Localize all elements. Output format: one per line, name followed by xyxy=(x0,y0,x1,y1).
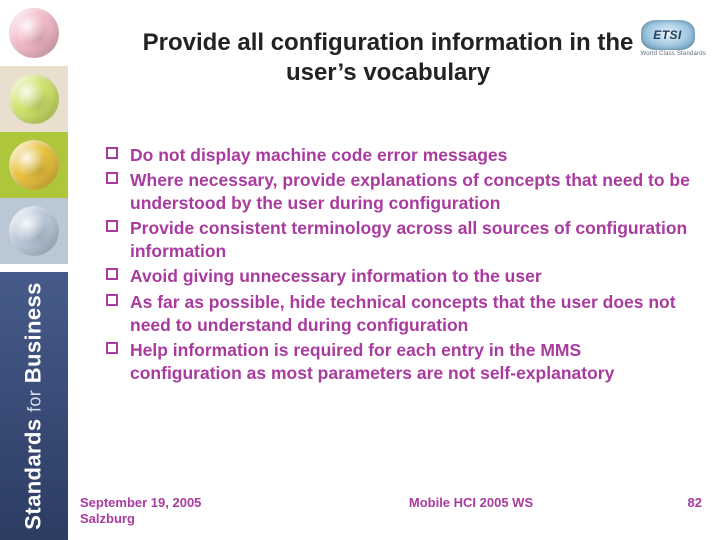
moon-icon xyxy=(9,206,59,256)
moon-icon xyxy=(9,8,59,58)
slide-title: Provide all configuration information in… xyxy=(120,28,656,88)
footer-page-number: 82 xyxy=(642,495,702,510)
sidebar: Standards for Business xyxy=(0,0,68,540)
footer-date-line1: September 19, 2005 xyxy=(80,495,300,511)
sidebar-tile-4 xyxy=(0,198,68,264)
bullet-item: Where necessary, provide explanations of… xyxy=(100,169,690,215)
sidebar-tile-1 xyxy=(0,0,68,66)
bullet-text: Where necessary, provide explanations of… xyxy=(130,170,690,213)
bullet-list: Do not display machine code error messag… xyxy=(100,144,690,387)
square-bullet-icon xyxy=(106,172,118,184)
bullet-item: Do not display machine code error messag… xyxy=(100,144,690,167)
square-bullet-icon xyxy=(106,220,118,232)
footer-date: September 19, 2005 Salzburg xyxy=(80,495,300,528)
square-bullet-icon xyxy=(106,342,118,354)
moon-icon xyxy=(9,74,59,124)
sidebar-tile-3 xyxy=(0,132,68,198)
bullet-text: Provide consistent terminology across al… xyxy=(130,218,687,261)
sidebar-brand-band: Standards for Business xyxy=(0,272,68,540)
footer-date-line2: Salzburg xyxy=(80,511,300,527)
footer: September 19, 2005 Salzburg Mobile HCI 2… xyxy=(80,495,702,528)
bullet-item: Avoid giving unnecessary information to … xyxy=(100,265,690,288)
footer-event: Mobile HCI 2005 WS xyxy=(300,495,642,510)
square-bullet-icon xyxy=(106,147,118,159)
sidebar-brand-text: Standards for Business xyxy=(21,282,47,529)
moon-icon xyxy=(9,140,59,190)
etsi-logo-text: ETSI xyxy=(653,28,682,42)
slide: Standards for Business ETSI World Class … xyxy=(0,0,720,540)
square-bullet-icon xyxy=(106,268,118,280)
bullet-item: As far as possible, hide technical conce… xyxy=(100,291,690,337)
bullet-text: Help information is required for each en… xyxy=(130,340,614,383)
bullet-item: Help information is required for each en… xyxy=(100,339,690,385)
square-bullet-icon xyxy=(106,294,118,306)
bullet-text: Do not display machine code error messag… xyxy=(130,145,507,165)
brand-word-2: for xyxy=(25,390,45,412)
brand-word-3: Business xyxy=(21,282,46,383)
sidebar-tile-2 xyxy=(0,66,68,132)
bullet-item: Provide consistent terminology across al… xyxy=(100,217,690,263)
brand-word-1: Standards xyxy=(21,419,46,530)
bullet-text: As far as possible, hide technical conce… xyxy=(130,292,676,335)
bullet-text: Avoid giving unnecessary information to … xyxy=(130,266,542,286)
